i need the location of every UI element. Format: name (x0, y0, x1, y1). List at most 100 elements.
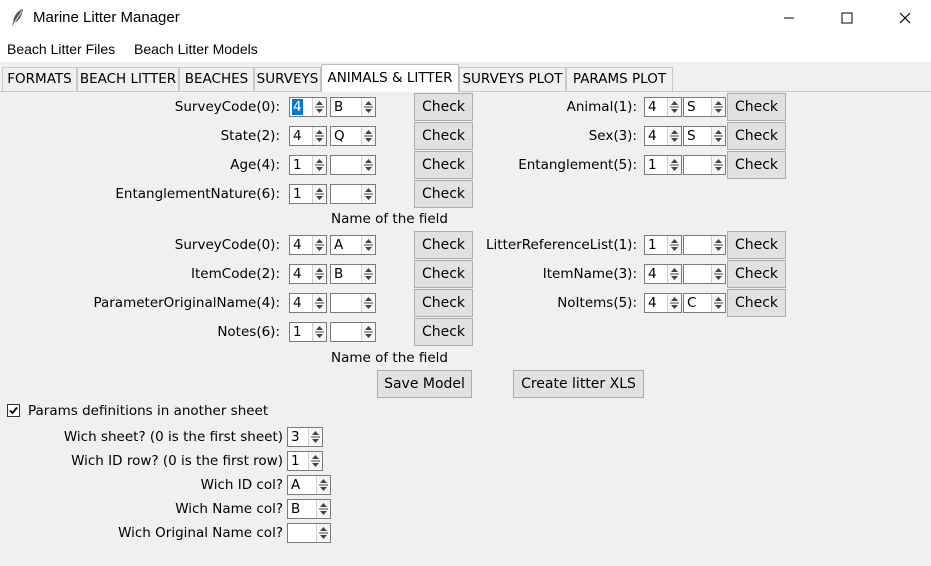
animals-right-col-spin-1-arrows[interactable] (711, 127, 725, 145)
litter-right-num-spin-2[interactable]: 4 (644, 293, 682, 313)
litter-right-col-spin-2-arrows[interactable] (711, 294, 725, 312)
animals-right-num-spin-0-arrows[interactable] (667, 98, 681, 116)
tab-beach-litter[interactable]: BEACH LITTER (77, 67, 179, 91)
litter-left-num-spin-3[interactable]: 1 (289, 322, 327, 342)
litter-left-num-spin-0[interactable]: 4 (289, 235, 327, 255)
maximize-button[interactable] (824, 0, 870, 36)
litter-right-check-button-0[interactable]: Check (727, 231, 786, 259)
params-spin-4[interactable] (287, 523, 331, 543)
tab-formats[interactable]: FORMATS (2, 67, 77, 91)
animals-right-col-spin-0-arrows[interactable] (711, 98, 725, 116)
animals-right-check-button-2[interactable]: Check (727, 151, 786, 179)
litter-left-check-button-2[interactable]: Check (414, 289, 473, 317)
litter-left-col-spin-3[interactable] (330, 322, 376, 342)
litter-left-check-button-0[interactable]: Check (414, 231, 473, 259)
litter-left-num-spin-2[interactable]: 4 (289, 293, 327, 313)
litter-left-num-spin-2-arrows[interactable] (312, 294, 326, 312)
params-spin-0-arrows[interactable] (308, 428, 322, 446)
animals-right-col-spin-2[interactable] (683, 155, 726, 175)
maximize-icon (841, 12, 853, 24)
animals-left-num-spin-2-arrows[interactable] (312, 156, 326, 174)
animals-left-col-spin-1-arrows[interactable] (361, 127, 375, 145)
animals-left-num-spin-0-arrows[interactable] (312, 98, 326, 116)
animals-left-num-spin-3[interactable]: 1 (289, 184, 327, 204)
litter-left-col-spin-3-arrows[interactable] (361, 323, 375, 341)
tab-surveys[interactable]: SURVEYS (254, 67, 321, 91)
animals-right-num-spin-1[interactable]: 4 (644, 126, 682, 146)
params-spin-1-arrows[interactable] (308, 452, 322, 470)
animals-left-num-spin-2[interactable]: 1 (289, 155, 327, 175)
litter-right-num-spin-1-arrows[interactable] (667, 265, 681, 283)
litter-left-col-spin-1[interactable]: B (330, 264, 376, 284)
litter-left-num-spin-1[interactable]: 4 (289, 264, 327, 284)
create-litter-xls-button[interactable]: Create litter XLS (513, 370, 644, 398)
litter-left-check-button-3[interactable]: Check (414, 318, 473, 346)
litter-left-col-spin-1-arrows[interactable] (361, 265, 375, 283)
animals-left-num-spin-1[interactable]: 4 (289, 126, 327, 146)
litter-right-col-spin-1[interactable] (683, 264, 726, 284)
litter-left-num-spin-1-arrows[interactable] (312, 265, 326, 283)
animals-right-num-spin-0[interactable]: 4 (644, 97, 682, 117)
animals-left-col-spin-0-arrows[interactable] (361, 98, 375, 116)
menu-beach-litter-files[interactable]: Beach Litter Files (7, 41, 115, 57)
animals-right-col-spin-0[interactable]: S (683, 97, 726, 117)
params-spin-1[interactable]: 1 (287, 451, 323, 471)
litter-left-col-spin-0-arrows[interactable] (361, 236, 375, 254)
litter-right-col-spin-2[interactable]: C (683, 293, 726, 313)
litter-left-num-spin-3-arrows[interactable] (312, 323, 326, 341)
animals-right-check-button-0[interactable]: Check (727, 93, 786, 121)
animals-left-col-spin-3[interactable] (330, 184, 376, 204)
litter-right-num-spin-1[interactable]: 4 (644, 264, 682, 284)
animals-left-col-spin-2[interactable] (330, 155, 376, 175)
litter-right-num-spin-0[interactable]: 1 (644, 235, 682, 255)
litter-right-num-spin-2-arrows[interactable] (667, 294, 681, 312)
animals-left-num-spin-0-value: 4 (292, 99, 303, 115)
litter-right-num-spin-0-arrows[interactable] (667, 236, 681, 254)
animals-left-num-spin-1-arrows[interactable] (312, 127, 326, 145)
animals-left-num-spin-0[interactable]: 4 (289, 97, 327, 117)
litter-left-col-spin-2-arrows[interactable] (361, 294, 375, 312)
close-button[interactable] (882, 0, 928, 36)
animals-left-check-button-2[interactable]: Check (414, 151, 473, 179)
litter-left-num-spin-0-arrows[interactable] (312, 236, 326, 254)
litter-left-num-spin-2-value: 4 (293, 295, 302, 311)
animals-left-col-spin-2-arrows[interactable] (361, 156, 375, 174)
litter-right-col-spin-0-arrows[interactable] (711, 236, 725, 254)
params-spin-2[interactable]: A (287, 475, 331, 495)
spin-arrows-icon (364, 159, 373, 171)
litter-right-col-spin-0[interactable] (683, 235, 726, 255)
animals-right-num-spin-2[interactable]: 1 (644, 155, 682, 175)
animals-right-num-spin-2-arrows[interactable] (667, 156, 681, 174)
litter-left-col-spin-0[interactable]: A (330, 235, 376, 255)
animals-left-col-spin-0[interactable]: B (330, 97, 376, 117)
tab-animals-litter[interactable]: ANIMALS & LITTER (321, 64, 459, 92)
animals-right-col-spin-2-arrows[interactable] (711, 156, 725, 174)
litter-right-check-button-1[interactable]: Check (727, 260, 786, 288)
params-spin-3[interactable]: B (287, 499, 331, 519)
animals-left-col-spin-1[interactable]: Q (330, 126, 376, 146)
tab-surveys-plot[interactable]: SURVEYS PLOT (459, 67, 566, 91)
params-spin-0[interactable]: 3 (287, 427, 323, 447)
animals-left-check-button-1[interactable]: Check (414, 122, 473, 150)
litter-left-col-spin-2[interactable] (330, 293, 376, 313)
animals-left-num-spin-3-arrows[interactable] (312, 185, 326, 203)
save-model-button[interactable]: Save Model (377, 370, 472, 398)
params-spin-4-arrows[interactable] (316, 524, 330, 542)
tab-beaches[interactable]: BEACHES (179, 67, 254, 91)
animals-left-col-spin-3-arrows[interactable] (361, 185, 375, 203)
litter-right-label-0: LitterReferenceList(1): (486, 237, 637, 253)
animals-right-col-spin-1[interactable]: S (683, 126, 726, 146)
animals-right-check-button-1[interactable]: Check (727, 122, 786, 150)
params-spin-3-arrows[interactable] (316, 500, 330, 518)
litter-right-check-button-2[interactable]: Check (727, 289, 786, 317)
menu-beach-litter-models[interactable]: Beach Litter Models (134, 41, 258, 57)
animals-left-check-button-3[interactable]: Check (414, 180, 473, 208)
params-checkbox[interactable] (7, 404, 20, 417)
litter-left-check-button-1[interactable]: Check (414, 260, 473, 288)
params-spin-2-arrows[interactable] (316, 476, 330, 494)
animals-right-num-spin-1-arrows[interactable] (667, 127, 681, 145)
minimize-button[interactable] (766, 0, 812, 36)
animals-left-check-button-0[interactable]: Check (414, 93, 473, 121)
litter-right-col-spin-1-arrows[interactable] (711, 265, 725, 283)
tab-params-plot[interactable]: PARAMS PLOT (566, 67, 673, 91)
